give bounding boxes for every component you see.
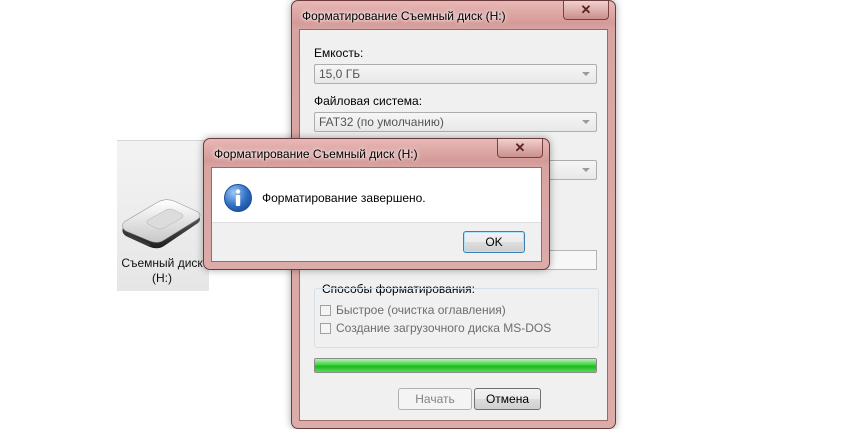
progress-fill	[315, 359, 596, 372]
message-box: Форматирование Съемный диск (H:) ✕ Форма…	[203, 138, 550, 270]
format-dialog-title: Форматирование Съемный диск (H:)	[302, 9, 506, 23]
drive-label[interactable]: Съемный диск (H:)	[116, 256, 208, 286]
chevron-down-icon	[582, 168, 590, 172]
drive-name: Съемный диск	[121, 256, 203, 270]
filesystem-select[interactable]: FAT32 (по умолчанию)	[314, 112, 597, 132]
drive-letter: (H:)	[152, 271, 172, 285]
capacity-value: 15,0 ГБ	[319, 67, 361, 81]
message-box-footer: OK	[212, 222, 541, 261]
format-options-group	[314, 288, 599, 348]
format-dialog-close-button[interactable]: ✕	[563, 1, 609, 20]
cancel-button[interactable]: Отмена	[474, 388, 541, 410]
capacity-select[interactable]: 15,0 ГБ	[314, 64, 597, 84]
message-box-body: Форматирование завершено. OK	[211, 167, 542, 262]
removable-drive-icon[interactable]	[118, 196, 204, 254]
capacity-label: Емкость:	[314, 46, 364, 60]
filesystem-value: FAT32 (по умолчанию)	[319, 115, 444, 129]
msdos-checkbox[interactable]	[320, 322, 331, 334]
quick-format-option[interactable]: Быстрое (очистка оглавления)	[320, 303, 506, 317]
close-icon: ✕	[580, 2, 592, 17]
message-box-title: Форматирование Съемный диск (H:)	[214, 147, 418, 161]
quick-format-checkbox[interactable]	[320, 304, 331, 316]
quick-format-label: Быстрое (очистка оглавления)	[336, 303, 506, 317]
message-box-close-button[interactable]: ✕	[497, 139, 543, 158]
chevron-down-icon	[582, 120, 590, 124]
msdos-label: Создание загрузочного диска MS-DOS	[336, 321, 552, 335]
chevron-down-icon	[582, 72, 590, 76]
start-button[interactable]: Начать	[398, 388, 472, 410]
filesystem-label: Файловая система:	[314, 94, 423, 108]
format-progress-bar	[314, 358, 597, 373]
ok-button[interactable]: OK	[463, 231, 525, 253]
close-icon: ✕	[514, 140, 526, 155]
message-text: Форматирование завершено.	[262, 191, 426, 205]
info-icon	[223, 183, 253, 213]
msdos-option[interactable]: Создание загрузочного диска MS-DOS	[320, 321, 551, 335]
